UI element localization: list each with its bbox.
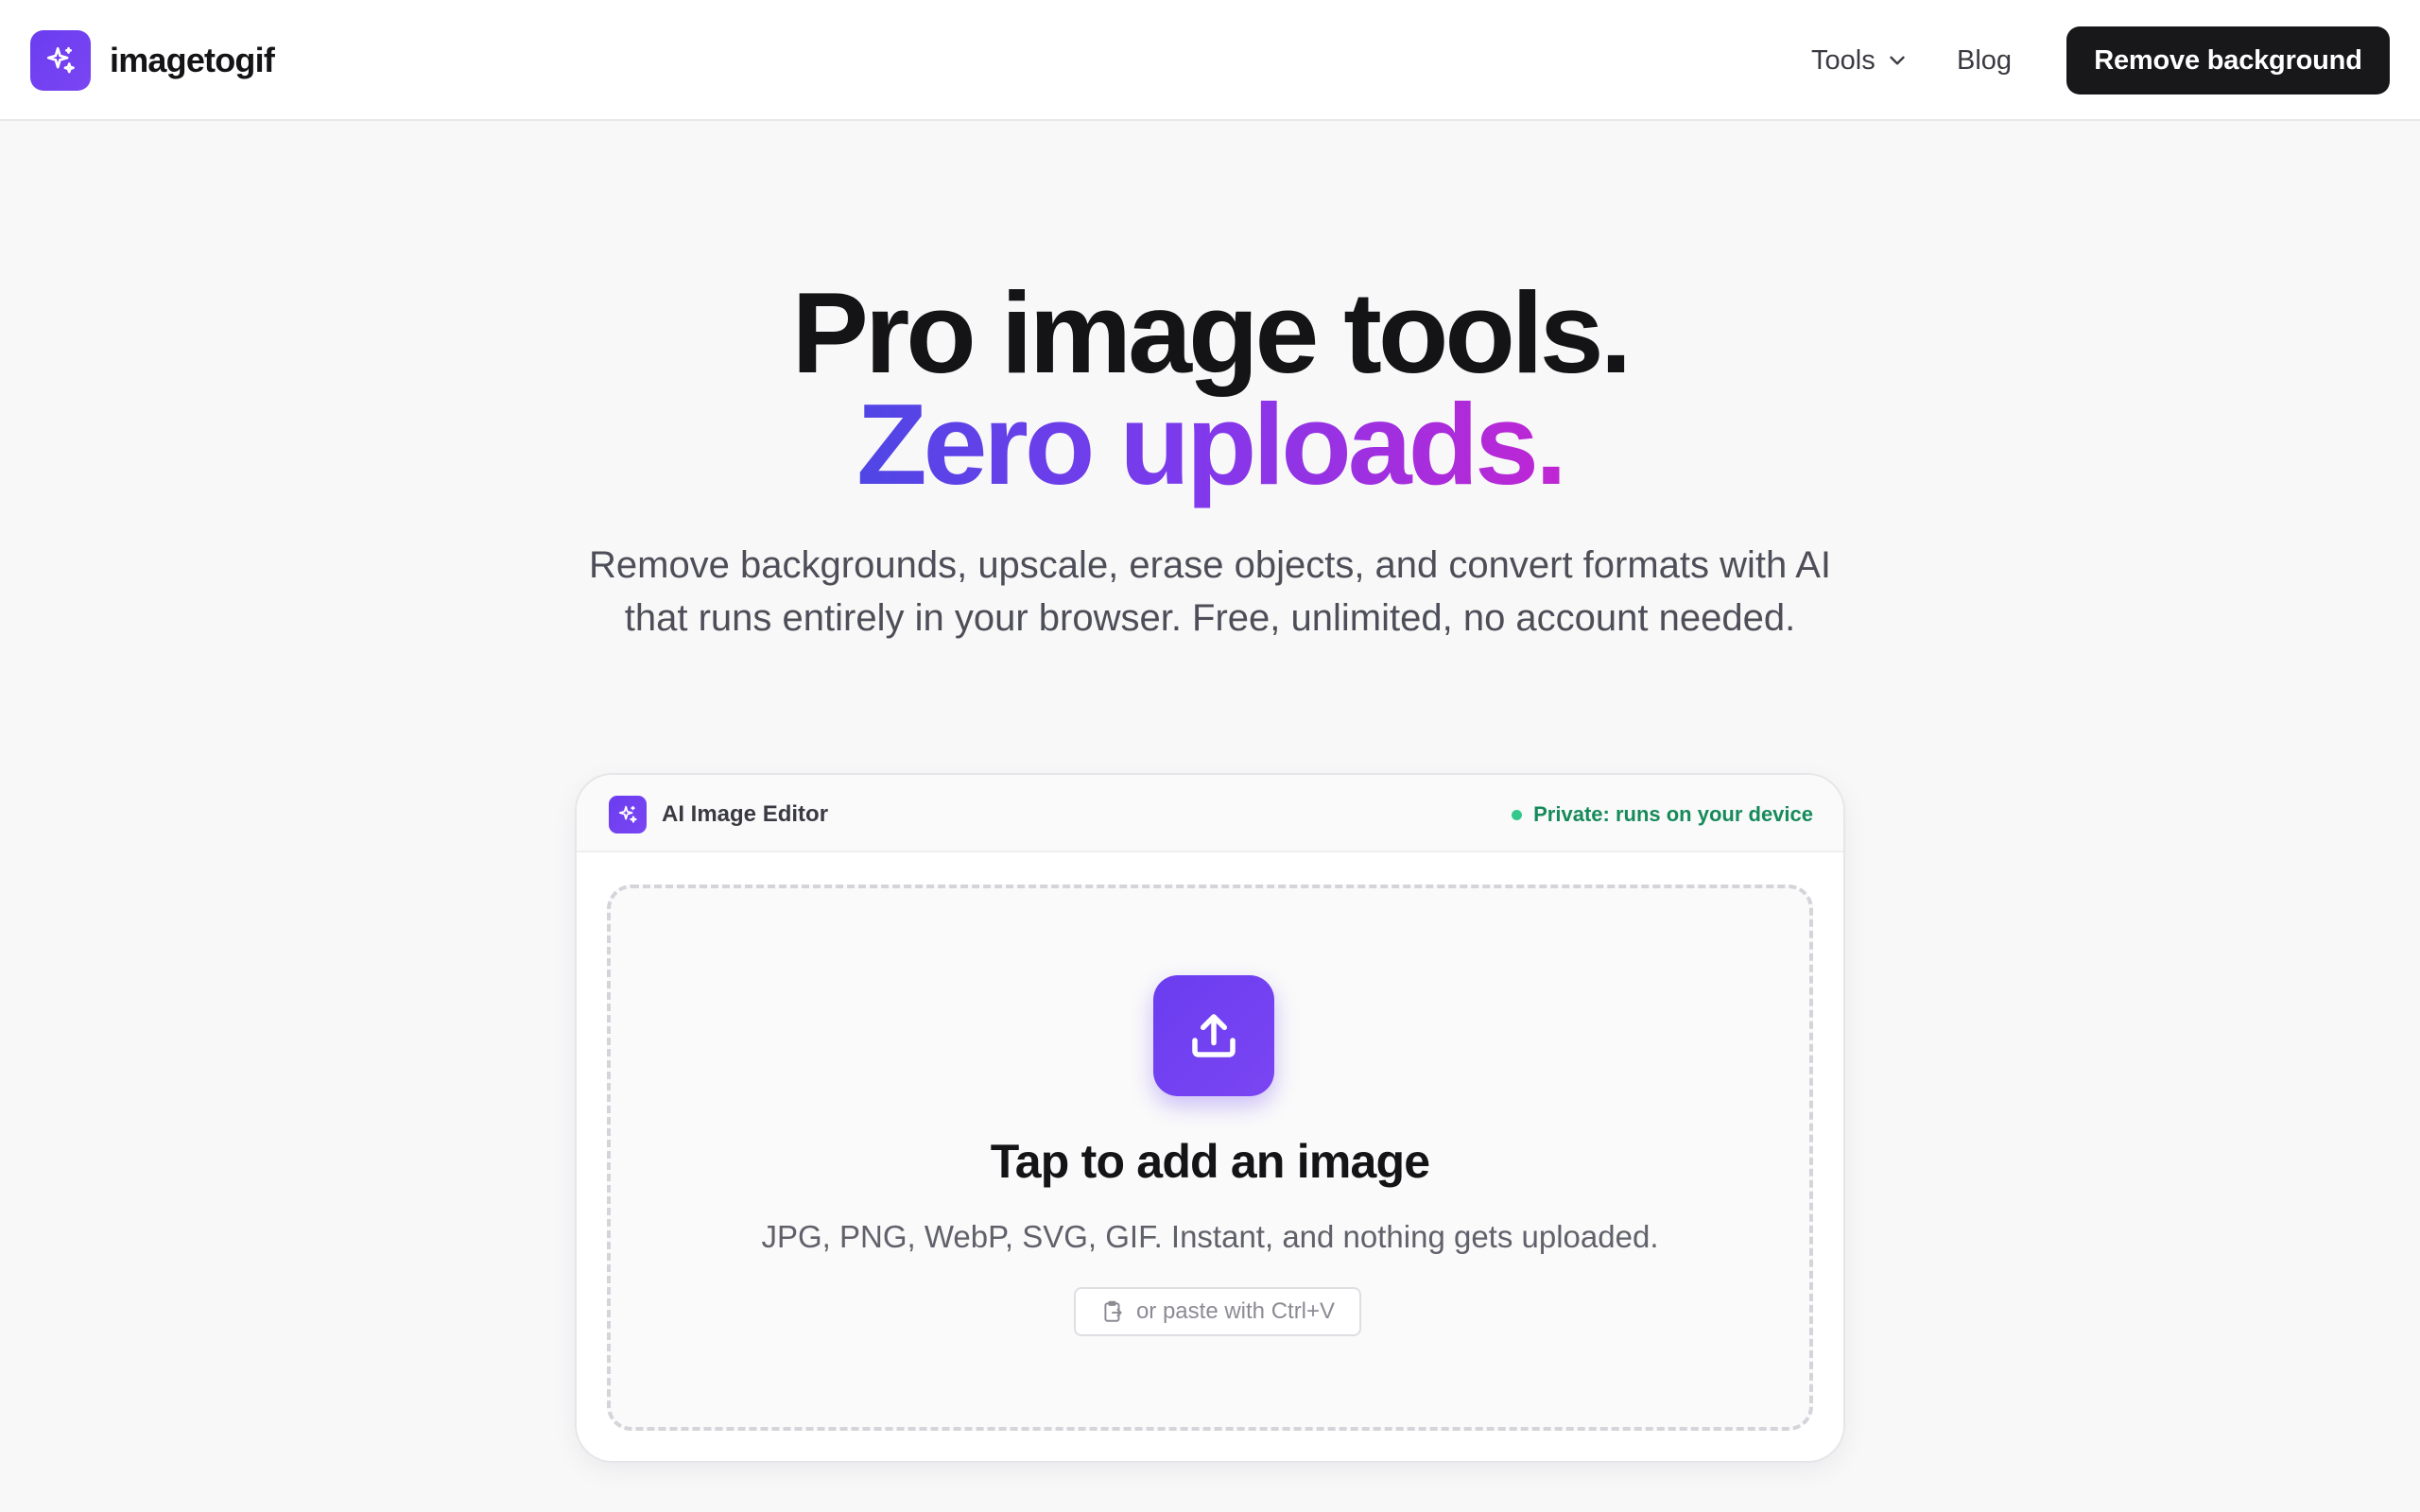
hero-title-highlight: Zero uploads. xyxy=(0,378,2420,510)
nav-blog-link[interactable]: Blog xyxy=(1957,38,2012,83)
sparkles-icon xyxy=(618,805,637,823)
upload-icon xyxy=(1192,1014,1236,1057)
paste-hint: or paste with Ctrl+V xyxy=(1074,1287,1361,1336)
brand-logo[interactable] xyxy=(30,30,91,91)
sparkles-icon xyxy=(46,46,75,74)
editor-title: AI Image Editor xyxy=(662,801,829,827)
chevron-down-icon xyxy=(1890,56,1905,65)
privacy-label: Private: runs on your device xyxy=(1533,802,1813,826)
nav-tools-label: Tools xyxy=(1811,44,1876,76)
remove-background-button[interactable]: Remove background xyxy=(2066,26,2390,94)
paste-hint-label: or paste with Ctrl+V xyxy=(1135,1298,1336,1324)
image-dropzone[interactable]: Tap to add an image JPG, PNG, WebP, SVG,… xyxy=(607,885,1813,1431)
hero-subtitle: Remove backgrounds, upscale, erase objec… xyxy=(588,544,1831,639)
hero-title-gradient-text: Zero uploads. xyxy=(856,380,1567,508)
nav-tools-dropdown[interactable]: Tools xyxy=(1811,38,1910,83)
dropzone-title: Tap to add an image xyxy=(990,1135,1430,1188)
upload-button[interactable] xyxy=(1153,975,1274,1096)
brand-name[interactable]: imagetogif xyxy=(110,38,275,83)
privacy-status: Private: runs on your device xyxy=(1512,796,1813,833)
status-dot-icon xyxy=(1512,809,1523,820)
editor-header: AI Image Editor Private: runs on your de… xyxy=(577,775,1843,852)
dropzone-subtitle: JPG, PNG, WebP, SVG, GIF. Instant, and n… xyxy=(761,1219,1659,1254)
ai-image-editor-card: AI Image Editor Private: runs on your de… xyxy=(575,773,1845,1463)
site-header: imagetogif Tools Blog Remove background xyxy=(0,0,2420,121)
clipboard-icon xyxy=(1104,1300,1122,1322)
editor-logo xyxy=(609,796,647,833)
